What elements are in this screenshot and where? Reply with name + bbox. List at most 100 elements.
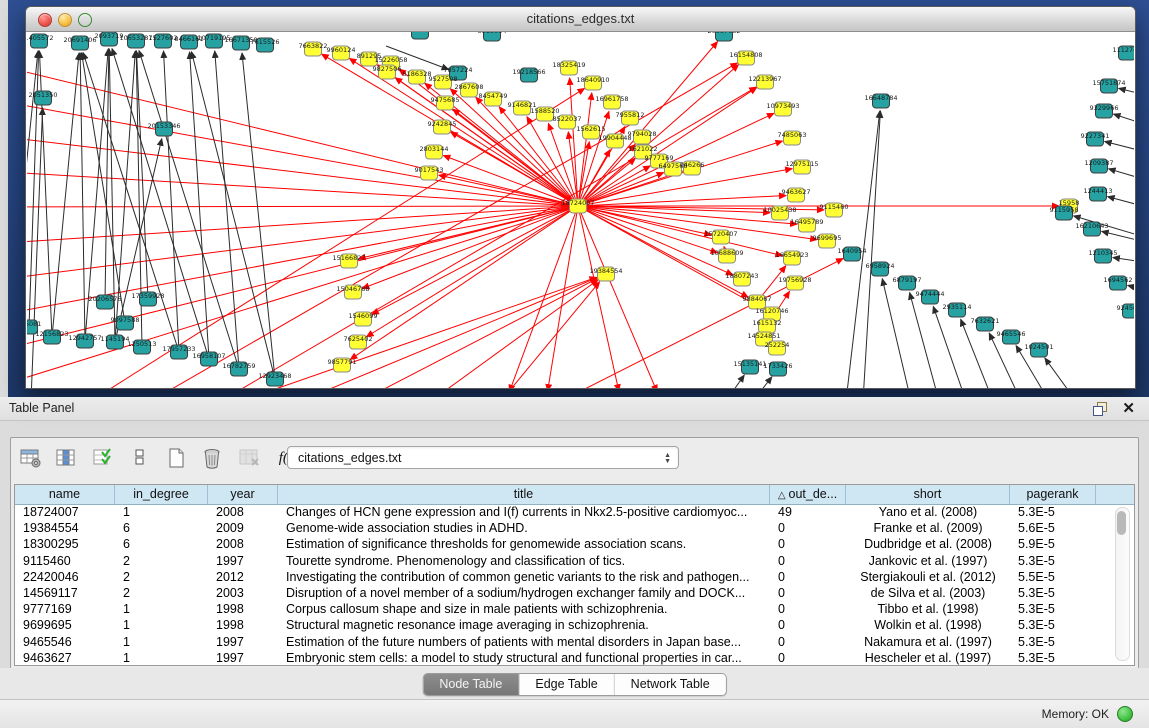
graph-edge[interactable] — [361, 279, 597, 388]
table-row[interactable]: 911546021997Tourette syndrome. Phenomeno… — [15, 553, 1134, 569]
graph-edge[interactable] — [27, 101, 578, 206]
table-row[interactable]: 2242004622012Investigating the contribut… — [15, 569, 1134, 585]
column-header-pagerank[interactable]: pagerank — [1010, 485, 1096, 504]
graph-edge[interactable] — [242, 53, 275, 379]
graph-node-label: 10973493 — [766, 102, 799, 110]
graph-edge[interactable] — [578, 206, 718, 253]
table-header-row: namein_degreeyeartitle△out_de...shortpag… — [15, 485, 1134, 505]
graph-edge[interactable] — [578, 93, 592, 206]
column-header-year[interactable]: year — [208, 485, 278, 504]
cell-out_de: 0 — [770, 650, 846, 665]
cell-in_degree: 2 — [115, 553, 208, 569]
table-row[interactable]: 946362711997Embryonic stem cells: a mode… — [15, 650, 1134, 665]
combo-stepper-icon: ▲▼ — [664, 447, 671, 470]
graph-edge[interactable] — [548, 206, 578, 388]
column-header-name[interactable]: name — [15, 485, 115, 504]
graph-edge[interactable] — [1114, 114, 1134, 126]
graph-edge[interactable] — [726, 375, 744, 388]
graph-edge[interactable] — [139, 51, 239, 369]
cell-title: Disruption of a novel member of a sodium… — [278, 585, 770, 601]
memory-status-label: Memory: OK — [1042, 707, 1109, 721]
graph-edge[interactable] — [578, 113, 774, 206]
tab-edge-table[interactable]: Edge Table — [519, 674, 614, 695]
close-panel-icon[interactable]: ✕ — [1122, 399, 1135, 417]
graph-node-label: 16648784 — [864, 94, 897, 102]
table-columns-icon[interactable] — [53, 444, 81, 474]
graph-edge[interactable] — [1128, 285, 1134, 291]
graph-node-label: 1250513 — [128, 340, 157, 348]
node-table: namein_degreeyeartitle△out_de...shortpag… — [14, 484, 1135, 666]
tab-network-table[interactable]: Network Table — [615, 674, 726, 695]
graph-node[interactable] — [412, 32, 429, 39]
float-panel-icon[interactable] — [1093, 402, 1107, 415]
table-row[interactable]: 1456911722003Disruption of a novel membe… — [15, 585, 1134, 601]
graph-edge[interactable] — [31, 108, 43, 388]
citation-graph[interactable]: 1405572206914062093719106532871527602846… — [27, 32, 1134, 388]
table-row[interactable]: 1938455462009Genome-wide association stu… — [15, 520, 1134, 536]
graph-edge[interactable] — [933, 306, 966, 388]
column-header-title[interactable]: title — [278, 485, 770, 504]
column-header-short[interactable]: short — [846, 485, 1010, 504]
table-scrollbar[interactable] — [1115, 507, 1130, 661]
tab-node-table[interactable]: Node Table — [423, 674, 519, 695]
graph-edge[interactable] — [350, 206, 578, 359]
graph-edge[interactable] — [1108, 197, 1134, 208]
window-titlebar[interactable]: citations_edges.txt — [26, 7, 1135, 32]
delete-table-icon[interactable] — [236, 444, 264, 474]
table-row[interactable]: 1830029562008Estimation of significance … — [15, 536, 1134, 552]
graph-edge[interactable] — [578, 206, 733, 275]
cell-pagerank: 5.5E-5 — [1010, 569, 1096, 585]
graph-node-label: 7632621 — [971, 317, 1000, 325]
network-canvas[interactable]: 1405572206914062093719106532871527602846… — [27, 32, 1134, 388]
column-header-in_degree[interactable]: in_degree — [115, 485, 208, 504]
table-row[interactable]: 946554611997Estimation of the future num… — [15, 634, 1134, 650]
table-row[interactable]: 977716911998Corpus callosum shape and si… — [15, 601, 1134, 617]
graph-edge[interactable] — [190, 52, 209, 359]
graph-edge[interactable] — [1045, 358, 1076, 388]
new-table-icon[interactable] — [163, 444, 191, 474]
table-selector[interactable]: citations_edges.txt ▲▼ — [287, 446, 679, 469]
graph-edge[interactable] — [349, 58, 578, 206]
graph-edge[interactable] — [753, 377, 772, 388]
scrollbar-thumb[interactable] — [1117, 511, 1126, 535]
cell-title: Tourette syndrome. Phenomenology and cla… — [278, 553, 770, 569]
graph-node-label: 15046788 — [336, 285, 369, 293]
column-header-out_de[interactable]: △out_de... — [770, 485, 846, 504]
graph-edge[interactable] — [578, 206, 619, 388]
graph-node-label: 6879197 — [893, 276, 922, 284]
graph-edge[interactable] — [164, 51, 179, 352]
graph-edge[interactable] — [431, 280, 598, 388]
graph-node-label: 12942757 — [68, 334, 101, 342]
graph-edge[interactable] — [27, 172, 578, 206]
graph-edge[interactable] — [215, 51, 239, 369]
graph-edge[interactable] — [527, 117, 578, 206]
graph-edge[interactable] — [882, 279, 911, 388]
graph-edge[interactable] — [112, 49, 209, 359]
table-row[interactable]: 1872400712008Changes of HCN gene express… — [15, 504, 1134, 520]
graph-node-label: 8522037 — [553, 115, 582, 123]
graph-edge[interactable] — [509, 206, 578, 388]
graph-edge[interactable] — [578, 206, 770, 213]
graph-edge[interactable] — [80, 53, 85, 341]
table-settings-icon[interactable] — [17, 444, 45, 474]
graph-node-label: 1405572 — [27, 34, 53, 42]
graph-node-label: 12923468 — [258, 372, 291, 380]
graph-edge[interactable] — [362, 206, 578, 288]
graph-edge[interactable] — [27, 136, 578, 206]
table-row[interactable]: 969969511998Structural magnetic resonanc… — [15, 617, 1134, 633]
graph-edge[interactable] — [82, 53, 125, 323]
graph-edge[interactable] — [910, 293, 939, 388]
row-pair-icon[interactable] — [126, 444, 154, 474]
graph-edge[interactable] — [1109, 169, 1134, 181]
graph-edge[interactable] — [1119, 88, 1134, 96]
cell-title: Corpus callosum shape and size in male p… — [278, 601, 770, 617]
graph-edge[interactable] — [578, 206, 657, 388]
graph-edge[interactable] — [1113, 257, 1134, 263]
graph-edge[interactable] — [1105, 141, 1134, 153]
graph-edge[interactable] — [578, 42, 718, 206]
cell-pagerank: 5.3E-5 — [1010, 504, 1096, 520]
graph-edge[interactable] — [27, 206, 578, 280]
graph-edge[interactable] — [27, 206, 578, 207]
table-select-columns-icon[interactable] — [90, 444, 118, 474]
delete-rows-icon[interactable] — [199, 444, 227, 474]
